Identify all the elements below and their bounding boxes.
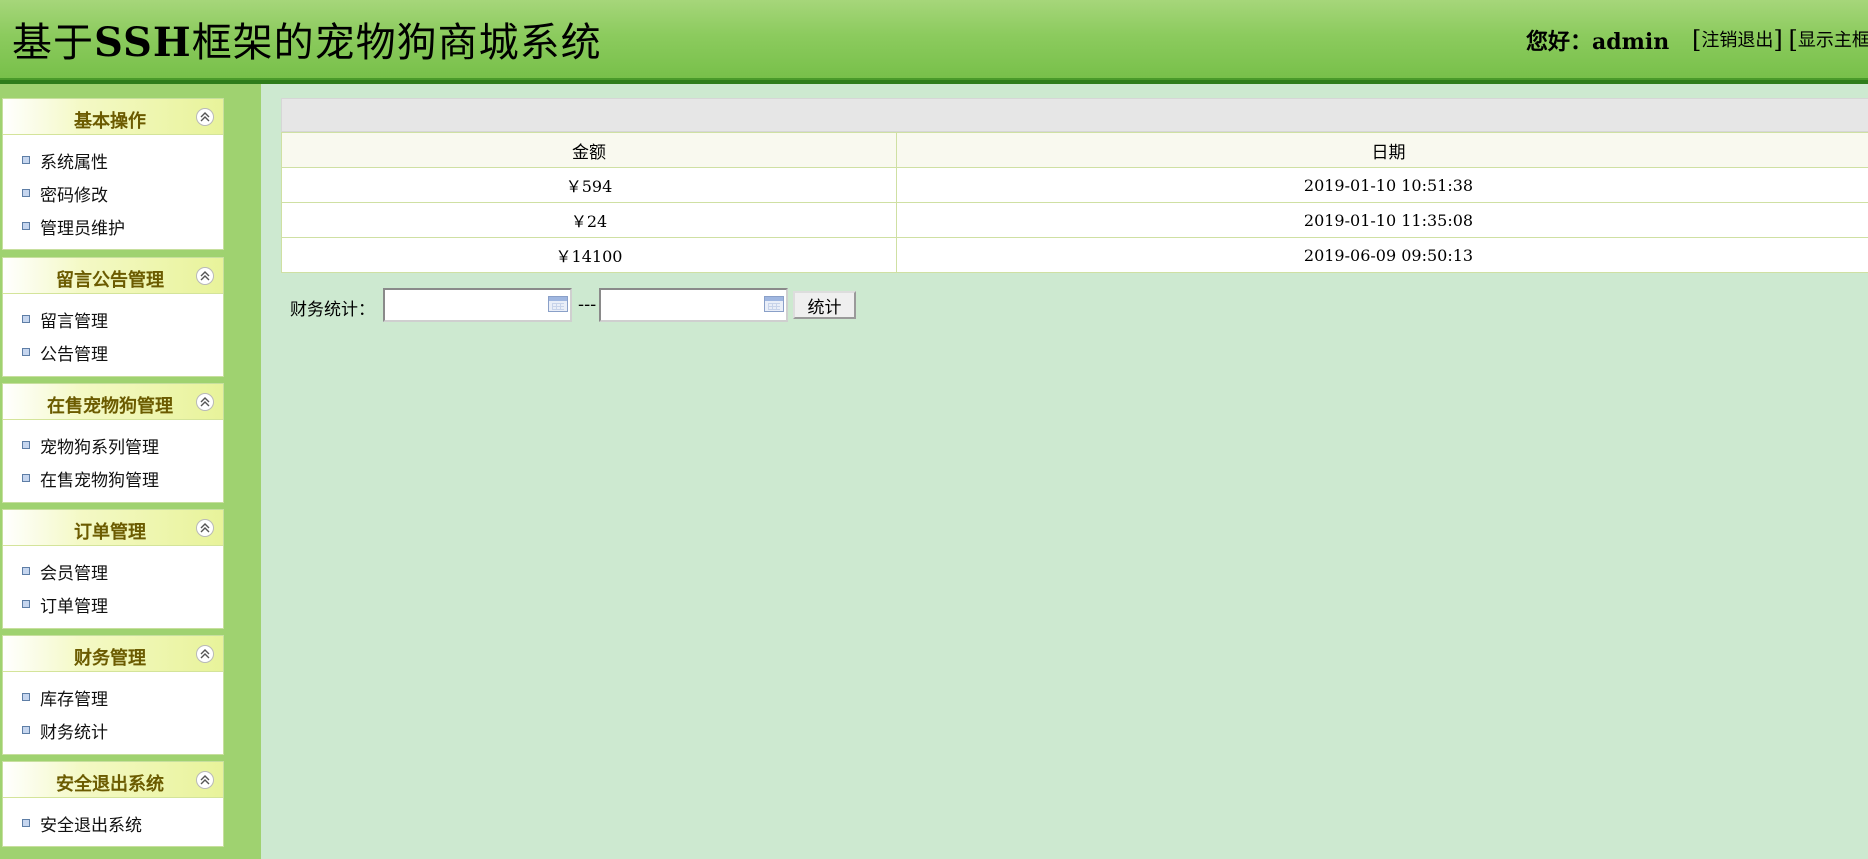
table-row: ￥594 2019-01-10 10:51:38	[281, 167, 1868, 203]
panel-title: 财务管理	[74, 648, 146, 669]
bullet-icon	[22, 156, 30, 164]
sidebar-panel-orders: 订单管理 会员管理 订单管理	[2, 509, 224, 629]
sidebar-item-label: 宠物狗系列管理	[40, 438, 159, 458]
finance-table: 金额 日期 ￥594 2019-01-10 10:51:38 ￥24 2019-…	[281, 132, 1868, 273]
calendar-icon[interactable]	[548, 296, 568, 312]
sidebar-item-label: 会员管理	[40, 564, 108, 584]
bullet-icon	[22, 348, 30, 356]
sidebar-item-order-management[interactable]: 订单管理	[3, 587, 223, 620]
panel-header-exit[interactable]: 安全退出系统	[3, 762, 223, 798]
sidebar-panel-finance: 财务管理 库存管理 财务统计	[2, 635, 224, 755]
cell-date: 2019-01-10 10:51:38	[896, 167, 1868, 203]
panel-header-orders[interactable]: 订单管理	[3, 510, 223, 546]
start-date-input[interactable]	[383, 288, 572, 322]
main-frame-link[interactable]: 显示主框	[1798, 30, 1868, 51]
bullet-icon	[22, 819, 30, 827]
collapse-up-icon[interactable]	[196, 771, 214, 789]
sidebar-item-finance-stats[interactable]: 财务统计	[3, 713, 223, 746]
sidebar-item-dog-series[interactable]: 宠物狗系列管理	[3, 428, 223, 461]
column-header-amount: 金额	[281, 132, 897, 168]
bullet-icon	[22, 693, 30, 701]
bullet-icon	[22, 567, 30, 575]
table-header-row: 金额 日期	[281, 132, 1868, 168]
sidebar-item-system-properties[interactable]: 系统属性	[3, 143, 223, 176]
sidebar-item-label: 密码修改	[40, 186, 108, 206]
bullet-icon	[22, 315, 30, 323]
sidebar-item-inventory[interactable]: 库存管理	[3, 680, 223, 713]
sidebar-item-label: 公告管理	[40, 345, 108, 365]
end-date-input[interactable]	[599, 288, 788, 322]
cell-date: 2019-06-09 09:50:13	[896, 237, 1868, 273]
bullet-icon	[22, 726, 30, 734]
logout-link[interactable]: 注销退出	[1701, 30, 1773, 51]
panel-title: 安全退出系统	[56, 774, 164, 795]
panel-title: 订单管理	[74, 522, 146, 543]
panel-title: 留言公告管理	[56, 270, 164, 291]
sidebar-item-label: 管理员维护	[40, 219, 125, 239]
table-toolbar	[281, 98, 1868, 132]
collapse-up-icon[interactable]	[196, 645, 214, 663]
sidebar-item-notice-management[interactable]: 公告管理	[3, 335, 223, 368]
collapse-up-icon[interactable]	[196, 267, 214, 285]
sidebar-panel-dogs: 在售宠物狗管理 宠物狗系列管理 在售宠物狗管理	[2, 383, 224, 503]
header-links: [注销退出] [显示主框	[1692, 26, 1868, 54]
page-title: 基于SSH框架的宠物狗商城系统	[12, 10, 602, 68]
bullet-icon	[22, 189, 30, 197]
sidebar-item-label: 订单管理	[40, 597, 108, 617]
date-range-separator: ---	[578, 294, 597, 315]
title-prefix: 基于	[12, 20, 94, 66]
cell-amount: ￥594	[281, 167, 897, 203]
panel-title: 在售宠物狗管理	[47, 396, 173, 417]
column-header-date: 日期	[896, 132, 1868, 168]
stats-label: 财务统计：	[290, 300, 375, 320]
panel-header-basic[interactable]: 基本操作	[3, 99, 223, 135]
bullet-icon	[22, 600, 30, 608]
sidebar-item-safe-exit[interactable]: 安全退出系统	[3, 806, 223, 839]
sidebar-item-password[interactable]: 密码修改	[3, 176, 223, 209]
collapse-up-icon[interactable]	[196, 108, 214, 126]
sidebar-item-label: 库存管理	[40, 690, 108, 710]
bullet-icon	[22, 474, 30, 482]
panel-header-finance[interactable]: 财务管理	[3, 636, 223, 672]
finance-table-container: 金额 日期 ￥594 2019-01-10 10:51:38 ￥24 2019-…	[281, 98, 1868, 273]
sidebar-item-label: 财务统计	[40, 723, 108, 743]
sidebar-item-label: 留言管理	[40, 312, 108, 332]
sidebar-panel-messages: 留言公告管理 留言管理 公告管理	[2, 257, 224, 377]
calendar-icon[interactable]	[764, 296, 784, 312]
bullet-icon	[22, 222, 30, 230]
table-row: ￥14100 2019-06-09 09:50:13	[281, 237, 1868, 273]
table-row: ￥24 2019-01-10 11:35:08	[281, 202, 1868, 238]
sidebar-panel-exit: 安全退出系统 安全退出系统	[2, 761, 224, 847]
panel-title: 基本操作	[74, 111, 146, 132]
panel-header-messages[interactable]: 留言公告管理	[3, 258, 223, 294]
sidebar-item-members[interactable]: 会员管理	[3, 554, 223, 587]
sidebar-item-message-management[interactable]: 留言管理	[3, 302, 223, 335]
user-greeting: 您好：admin	[1526, 29, 1670, 55]
cell-date: 2019-01-10 11:35:08	[896, 202, 1868, 238]
main-content: 金额 日期 ￥594 2019-01-10 10:51:38 ￥24 2019-…	[261, 84, 1868, 859]
bullet-icon	[22, 441, 30, 449]
sidebar-item-label: 安全退出系统	[40, 816, 142, 836]
header: 基于SSH框架的宠物狗商城系统 您好：admin [注销退出] [显示主框	[0, 0, 1868, 78]
panel-header-dogs[interactable]: 在售宠物狗管理	[3, 384, 223, 420]
cell-amount: ￥14100	[281, 237, 897, 273]
sidebar-item-admin-maintenance[interactable]: 管理员维护	[3, 209, 223, 242]
title-suffix: 框架的宠物狗商城系统	[191, 20, 602, 66]
sidebar-item-dogs-on-sale[interactable]: 在售宠物狗管理	[3, 461, 223, 494]
collapse-up-icon[interactable]	[196, 393, 214, 411]
sidebar-panel-basic: 基本操作 系统属性 密码修改 管理员维护	[2, 98, 224, 250]
collapse-up-icon[interactable]	[196, 519, 214, 537]
title-bold: SSH	[94, 19, 192, 66]
stats-button[interactable]: 统计	[793, 291, 856, 319]
sidebar: 基本操作 系统属性 密码修改 管理员维护 留言公告管理 留言管理 公告管理 在售…	[0, 84, 261, 859]
cell-amount: ￥24	[281, 202, 897, 238]
sidebar-item-label: 系统属性	[40, 153, 108, 173]
sidebar-item-label: 在售宠物狗管理	[40, 471, 159, 491]
